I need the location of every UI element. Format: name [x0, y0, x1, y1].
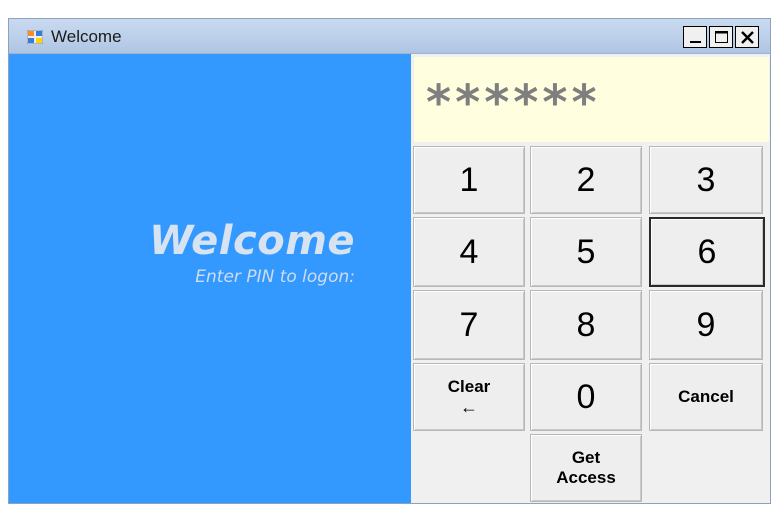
key-4[interactable]: 4	[413, 217, 525, 287]
welcome-panel: Welcome Enter PIN to logon:	[9, 54, 411, 503]
backspace-arrow-icon: ←	[460, 397, 478, 417]
maximize-icon	[715, 31, 728, 43]
get-access-label-line2: Access	[556, 468, 616, 487]
key-1[interactable]: 1	[413, 146, 525, 214]
close-button[interactable]	[735, 26, 759, 48]
title-bar[interactable]: Welcome	[9, 19, 770, 54]
welcome-heading: Welcome	[149, 218, 355, 264]
close-icon	[741, 31, 754, 44]
clear-label: Clear	[447, 377, 491, 396]
minimize-button[interactable]	[683, 26, 707, 48]
key-8[interactable]: 8	[530, 290, 642, 360]
key-0[interactable]: 0	[530, 363, 642, 431]
key-2[interactable]: 2	[530, 146, 642, 214]
get-access-label-line1: Get	[571, 448, 601, 467]
key-3[interactable]: 3	[649, 146, 763, 214]
window-title: Welcome	[51, 27, 122, 46]
app-icon	[27, 30, 43, 44]
key-6[interactable]: 6	[649, 217, 765, 287]
get-access-button[interactable]: Get Access	[530, 434, 642, 502]
clear-button[interactable]: Clear ←	[413, 363, 525, 431]
welcome-window: Welcome Welcome Enter PIN to logon: ****…	[8, 18, 771, 504]
cancel-button[interactable]: Cancel	[649, 363, 763, 431]
minimize-icon	[690, 41, 701, 43]
key-5[interactable]: 5	[530, 217, 642, 287]
pin-masked-value: ******	[426, 75, 601, 131]
pin-instruction: Enter PIN to logon:	[195, 267, 355, 287]
key-7[interactable]: 7	[413, 290, 525, 360]
key-9[interactable]: 9	[649, 290, 763, 360]
pin-display: ******	[414, 57, 769, 142]
maximize-button[interactable]	[709, 26, 733, 48]
